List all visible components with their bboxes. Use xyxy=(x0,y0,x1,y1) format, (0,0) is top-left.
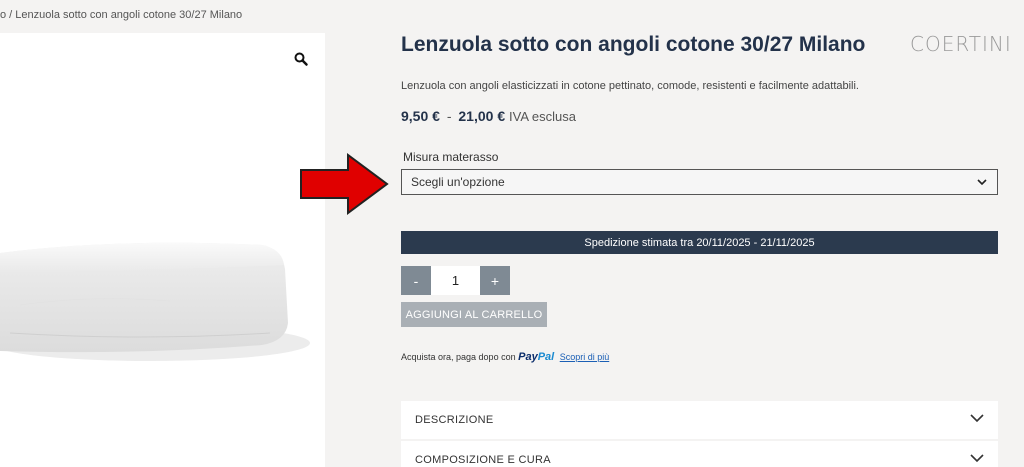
size-select[interactable]: Scegli un'opzione xyxy=(401,169,998,195)
size-select-value: Scegli un'opzione xyxy=(411,175,505,189)
zoom-icon[interactable] xyxy=(293,51,309,67)
accordion-composizione[interactable]: COMPOSIZIONE E CURA xyxy=(401,441,998,467)
paypal-learn-more-link[interactable]: Scopri di più xyxy=(560,352,610,362)
vat-note: IVA esclusa xyxy=(509,109,576,124)
accordion-label: DESCRIZIONE xyxy=(415,414,494,426)
chevron-down-icon xyxy=(977,175,987,189)
size-label: Misura materasso xyxy=(403,150,499,164)
brand-logo: COERTINI xyxy=(910,32,1012,56)
accordion-label: COMPOSIZIONE E CURA xyxy=(415,454,551,466)
price-max: 21,00 € xyxy=(458,108,506,124)
quantity-input[interactable]: 1 xyxy=(431,266,480,295)
quantity-stepper: - 1 + xyxy=(401,266,510,295)
chevron-down-icon xyxy=(970,454,984,466)
price-min: 9,50 € xyxy=(401,108,440,124)
breadcrumb[interactable]: o / Lenzuola sotto con angoli cotone 30/… xyxy=(0,9,242,21)
product-image xyxy=(0,242,310,361)
paypal-message: Acquista ora, paga dopo con PayPal Scopr… xyxy=(401,351,609,363)
accordion-descrizione[interactable]: DESCRIZIONE xyxy=(401,401,998,439)
shipping-estimate-text: Spedizione stimata tra 20/11/2025 - 21/1… xyxy=(584,236,815,249)
shipping-estimate-bar: Spedizione stimata tra 20/11/2025 - 21/1… xyxy=(401,231,998,254)
product-image-gallery[interactable] xyxy=(0,33,325,467)
paypal-logo: PayPal xyxy=(518,351,555,363)
price-range: 9,50 € - 21,00 € IVA esclusa xyxy=(401,108,576,124)
quantity-decrease-button[interactable]: - xyxy=(401,266,431,295)
paypal-text: Acquista ora, paga dopo con xyxy=(401,352,516,362)
chevron-down-icon xyxy=(970,414,984,426)
add-to-cart-button[interactable]: AGGIUNGI AL CARRELLO xyxy=(401,302,547,327)
quantity-increase-button[interactable]: + xyxy=(480,266,510,295)
product-description: Lenzuola con angoli elasticizzati in cot… xyxy=(401,80,859,92)
product-title: Lenzuola sotto con angoli cotone 30/27 M… xyxy=(401,33,866,56)
red-arrow-icon xyxy=(300,153,389,215)
price-separator: - xyxy=(446,108,452,124)
